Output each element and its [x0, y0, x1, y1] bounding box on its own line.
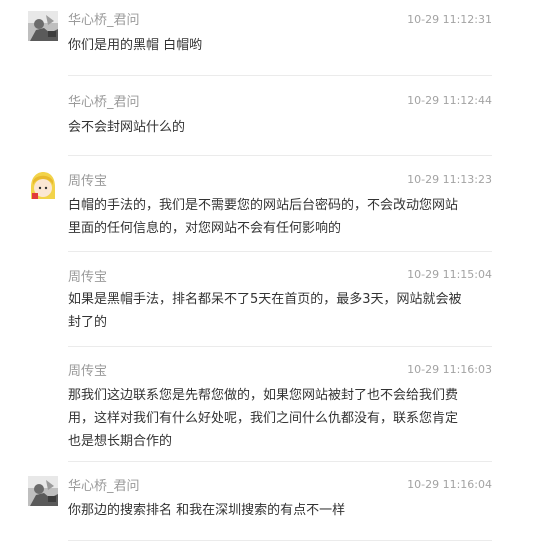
message-text: 会不会封网站什么的	[68, 120, 186, 135]
message-time: 10-29 11:16:03	[407, 363, 492, 376]
message-divider	[68, 155, 492, 156]
cartoon-girl-avatar-icon	[28, 171, 58, 201]
message-text: 你们是用的黑帽 白帽哟	[68, 38, 203, 53]
message-divider	[68, 75, 492, 76]
message-divider	[68, 251, 492, 252]
message-divider	[68, 346, 492, 347]
message-text: 白帽的手法的，我们是不需要您的网站后台密码的，不会改动您网站里面的任何信息的，对…	[68, 198, 459, 236]
message-time: 10-29 11:15:04	[407, 268, 492, 281]
message-text: 那我们这边联系您是先帮您做的，如果您网站被封了也不会给我们费用，这样对我们有什么…	[68, 388, 459, 449]
message-time: 10-29 11:12:31	[407, 13, 492, 26]
message-time: 10-29 11:12:44	[407, 94, 492, 107]
message-text: 你那边的搜索排名 和我在深圳搜索的有点不一样	[68, 503, 346, 518]
bw-photo-avatar-icon	[28, 476, 58, 506]
avatar[interactable]	[28, 11, 58, 41]
message-time: 10-29 11:16:04	[407, 478, 492, 491]
sender-name: 周传宝	[68, 364, 108, 379]
sender-name: 周传宝	[68, 174, 108, 189]
sender-name: 华心桥_君问	[68, 13, 140, 28]
sender-name: 周传宝	[68, 270, 108, 285]
sender-name: 华心桥_君问	[68, 479, 140, 494]
bw-photo-avatar-icon	[28, 11, 58, 41]
avatar[interactable]	[28, 476, 58, 506]
sender-name: 华心桥_君问	[68, 95, 140, 110]
message-divider	[68, 540, 492, 541]
message-time: 10-29 11:13:23	[407, 173, 492, 186]
avatar[interactable]	[28, 171, 58, 201]
chat-message-list: 华心桥_君问 10-29 11:12:31 你们是用的黑帽 白帽哟 华心桥_君问…	[0, 0, 556, 549]
message-divider	[68, 461, 492, 462]
message-text: 如果是黑帽手法，排名都呆不了5天在首页的，最多3天，网站就会被封了的	[68, 292, 462, 330]
